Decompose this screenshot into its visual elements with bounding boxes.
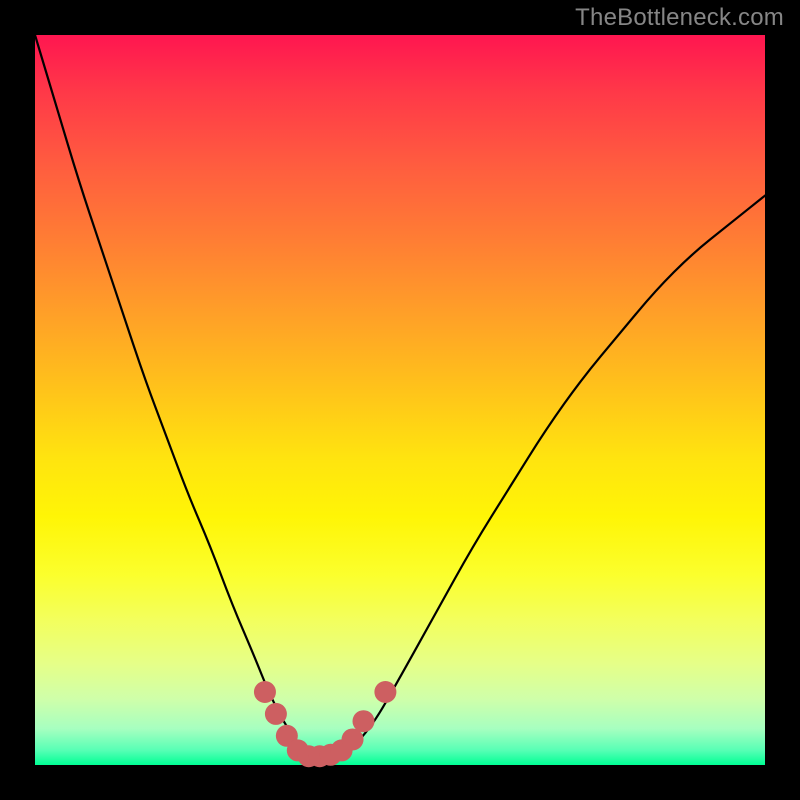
marker-dot: [265, 703, 287, 725]
bottleneck-curve: [35, 35, 765, 763]
chart-frame: TheBottleneck.com: [0, 0, 800, 800]
marker-dot: [254, 681, 276, 703]
marker-dot: [353, 710, 375, 732]
plot-area: [35, 35, 765, 765]
watermark-text: TheBottleneck.com: [575, 4, 784, 32]
marker-dot: [342, 728, 364, 750]
valley-markers: [254, 681, 396, 767]
marker-dot: [374, 681, 396, 703]
curve-path: [35, 35, 765, 763]
curve-svg: [35, 35, 765, 765]
